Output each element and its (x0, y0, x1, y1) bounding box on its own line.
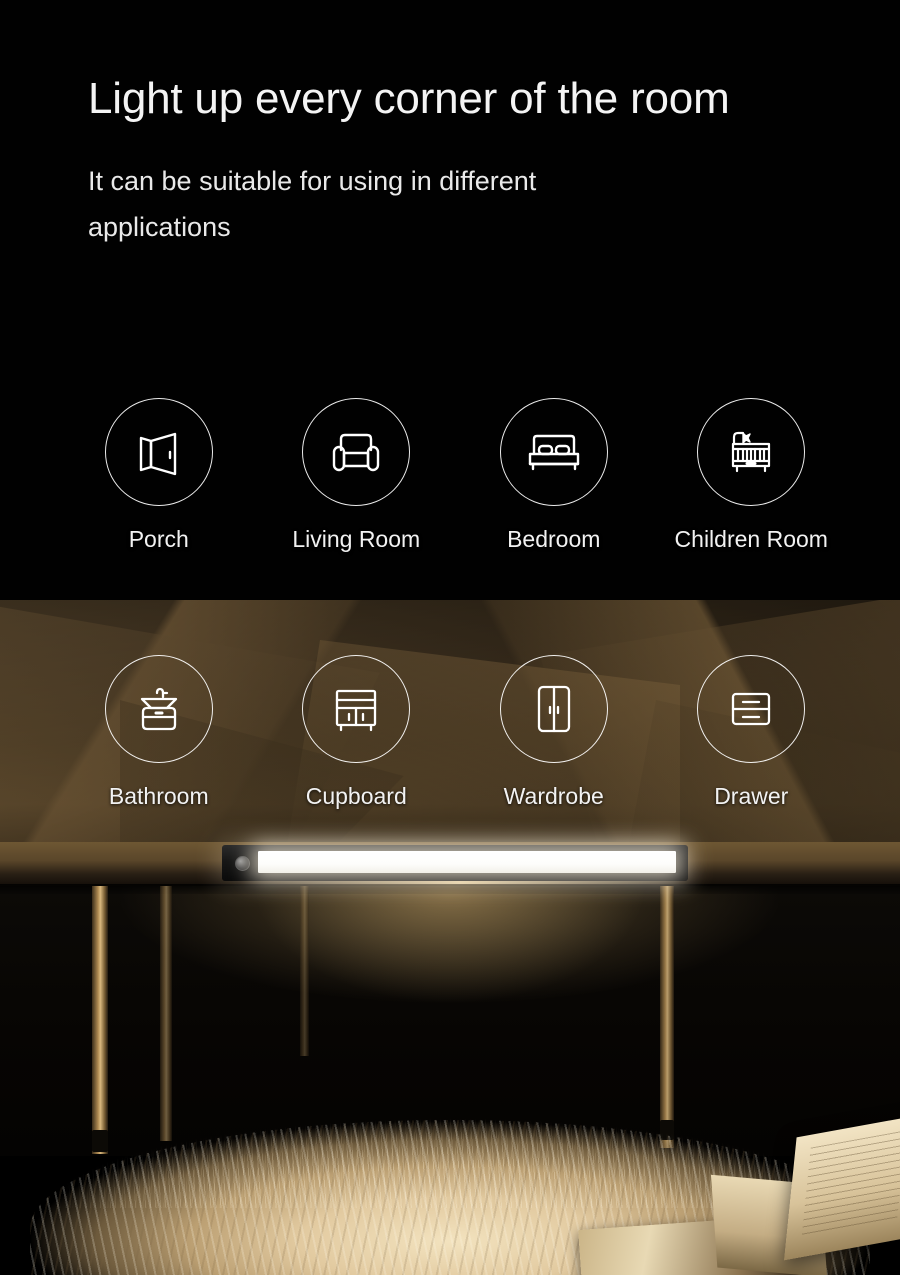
application-item-wardrobe: Wardrobe (455, 655, 653, 810)
armchair-icon (302, 398, 411, 506)
sink-vanity-icon (104, 655, 213, 763)
open-door-icon (104, 398, 213, 506)
page-subtitle: It can be suitable for using in differen… (88, 166, 537, 243)
wardrobe-doors-icon (499, 655, 608, 763)
application-label: Bathroom (108, 783, 209, 809)
application-item-bedroom: Bedroom (455, 398, 653, 553)
application-item-porch: Porch (60, 398, 258, 553)
application-label: Porch (128, 526, 189, 552)
application-row-2: Bathroom Cupboard Wardrobe Drawer (60, 655, 850, 810)
application-label: Wardrobe (503, 783, 604, 809)
double-bed-icon (499, 398, 608, 506)
application-row-1: Porch Living Room Bedroom Children Room (60, 398, 850, 553)
baby-crib-icon (697, 398, 806, 506)
drawer-unit-icon (697, 655, 806, 763)
sideboard-cabinet-icon (302, 655, 411, 763)
page-title: Light up every corner of the room (88, 74, 730, 123)
application-label: Bedroom (507, 526, 601, 552)
application-item-living-room: Living Room (258, 398, 456, 553)
application-label: Living Room (292, 526, 421, 552)
product-marketing-image: Light up every corner of the room It can… (0, 0, 900, 1275)
application-label: Children Room (674, 526, 828, 552)
application-item-children-room: Children Room (653, 398, 851, 553)
application-label: Drawer (714, 783, 789, 809)
marketing-content: Light up every corner of the room It can… (0, 0, 900, 1275)
application-icon-grid: Porch Living Room Bedroom Children Room … (60, 398, 850, 810)
application-item-bathroom: Bathroom (60, 655, 258, 810)
application-item-cupboard: Cupboard (258, 655, 456, 810)
application-label: Cupboard (305, 783, 407, 809)
application-item-drawer: Drawer (653, 655, 851, 810)
